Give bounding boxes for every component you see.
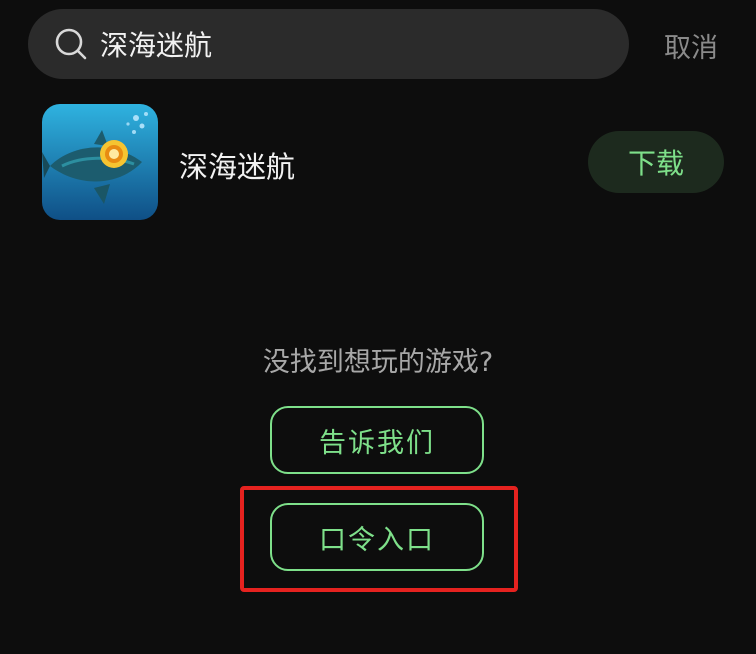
download-button[interactable]: 下载: [588, 131, 724, 193]
app-name: 深海迷航: [179, 150, 296, 184]
search-input[interactable]: [100, 27, 580, 61]
app-icon[interactable]: [42, 104, 158, 220]
tell-us-button[interactable]: 告诉我们: [270, 406, 484, 474]
search-bar[interactable]: [28, 9, 629, 79]
search-icon: [55, 28, 87, 60]
not-found-hint: 没找到想玩的游戏?: [262, 347, 494, 378]
search-results-page: 取消: [0, 0, 756, 654]
search-result-item[interactable]: 深海迷航 下载: [0, 104, 756, 222]
cancel-button[interactable]: 取消: [664, 26, 718, 65]
code-entry-button[interactable]: 口令入口: [270, 503, 484, 571]
